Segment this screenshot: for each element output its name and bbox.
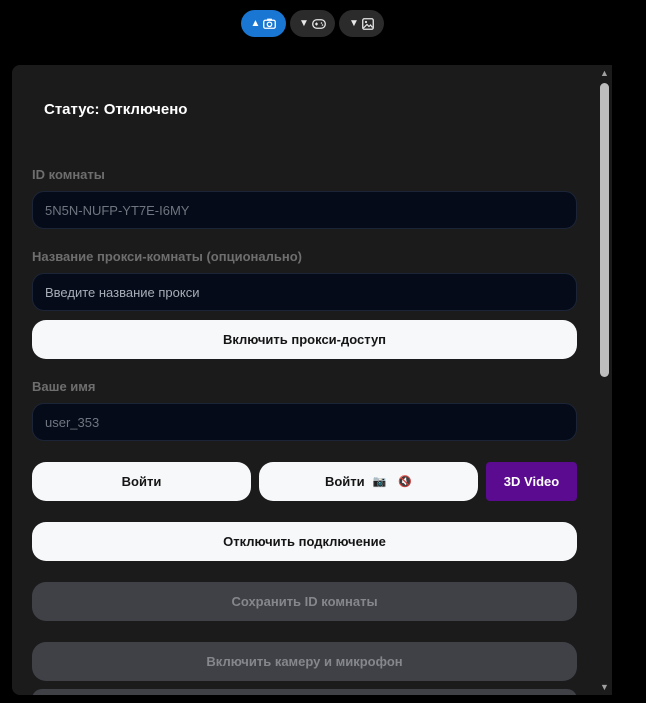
caret-down-icon: ▼	[349, 17, 359, 29]
image-icon	[362, 17, 374, 30]
enable-camera-mic-button[interactable]: Включить камеру и микрофон	[32, 642, 577, 681]
user-name-input[interactable]	[32, 403, 577, 441]
caret-down-icon: ▼	[299, 17, 309, 29]
scroll-down-arrow-icon[interactable]: ▼	[599, 681, 610, 693]
next-button-partial[interactable]	[32, 689, 577, 695]
room-id-label: ID комнаты	[32, 167, 105, 182]
join-with-media-label: Войти	[324, 474, 365, 489]
camera-icon	[263, 18, 277, 29]
enable-proxy-button[interactable]: Включить прокси-доступ	[32, 320, 577, 359]
scrollbar-thumb[interactable]	[600, 83, 609, 377]
camera-icon: 📷	[372, 476, 387, 488]
room-id-input[interactable]	[32, 191, 577, 229]
3d-video-button[interactable]: 3D Video	[486, 462, 577, 501]
proxy-name-label: Название прокси-комнаты (опционально)	[32, 249, 302, 264]
camera-toggle-button[interactable]: ▲	[241, 10, 286, 37]
gamepad-icon	[312, 18, 326, 29]
scroll-up-arrow-icon[interactable]: ▲	[599, 67, 610, 79]
top-toolbar: ▲ ▼ ▼	[241, 10, 384, 37]
caret-up-icon: ▲	[250, 17, 261, 29]
join-with-media-button[interactable]: Войти 📷 🔇	[259, 462, 478, 501]
join-button[interactable]: Войти	[32, 462, 251, 501]
connection-panel: Статус: Отключено ID комнаты Название пр…	[12, 65, 612, 695]
panel-scrollbar[interactable]: ▲ ▼	[597, 65, 612, 695]
save-room-id-button[interactable]: Сохранить ID комнаты	[32, 582, 577, 621]
status-text: Статус: Отключено	[44, 101, 188, 118]
muted-speaker-icon: 🔇	[398, 476, 413, 488]
disconnect-button[interactable]: Отключить подключение	[32, 522, 577, 561]
gamepad-toggle-button[interactable]: ▼	[290, 10, 335, 37]
proxy-name-input[interactable]	[32, 273, 577, 311]
image-toggle-button[interactable]: ▼	[339, 10, 384, 37]
user-name-label: Ваше имя	[32, 379, 96, 394]
